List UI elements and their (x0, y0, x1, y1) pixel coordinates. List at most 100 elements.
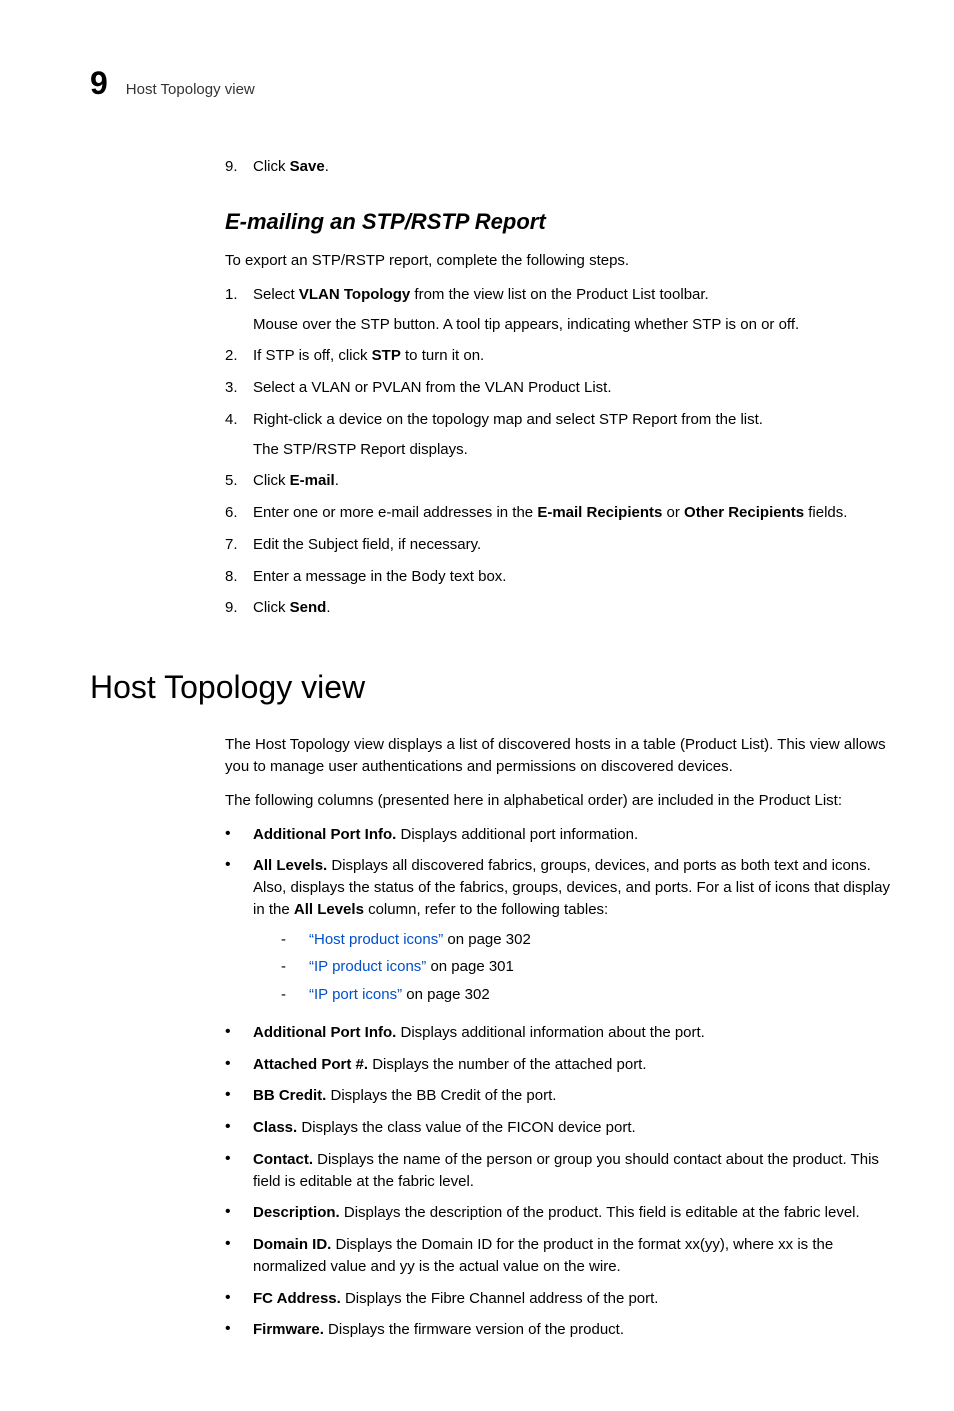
list-item: 3.Select a VLAN or PVLAN from the VLAN P… (225, 377, 894, 399)
step-body: Click E-mail. (253, 470, 894, 492)
dash-icon: - (281, 984, 309, 1006)
bullet-icon: • (225, 824, 253, 846)
bullet-body: BB Credit. Displays the BB Credit of the… (253, 1085, 894, 1107)
section-intro: To export an STP/RSTP report, complete t… (225, 250, 894, 272)
step-body: Enter a message in the Body text box. (253, 566, 894, 588)
step-number: 6. (225, 502, 253, 524)
bullet-icon: • (225, 1234, 253, 1278)
list-item: •Firmware. Displays the firmware version… (225, 1319, 894, 1341)
list-item: •BB Credit. Displays the BB Credit of th… (225, 1085, 894, 1107)
main-para1: The Host Topology view displays a list o… (225, 734, 894, 778)
column-term: All Levels. (253, 857, 327, 874)
bullet-body: Firmware. Displays the firmware version … (253, 1319, 894, 1341)
step-substep: Mouse over the STP button. A tool tip ap… (253, 314, 894, 336)
column-term: Description. (253, 1204, 340, 1221)
column-desc: Displays the BB Credit of the port. (326, 1087, 556, 1104)
continued-steps: 9.Click Save. (225, 156, 894, 178)
bullet-icon: • (225, 1117, 253, 1139)
bullet-icon: • (225, 1319, 253, 1341)
column-term: Additional Port Info. (253, 826, 396, 843)
section-heading-main: Host Topology view (90, 664, 894, 710)
list-item: •Attached Port #. Displays the number of… (225, 1054, 894, 1076)
column-desc: Displays additional port information. (396, 826, 638, 843)
section-heading-email: E-mailing an STP/RSTP Report (225, 206, 894, 238)
bullet-body: All Levels. Displays all discovered fabr… (253, 855, 894, 1012)
step-number: 4. (225, 409, 253, 461)
bullet-body: FC Address. Displays the Fibre Channel a… (253, 1288, 894, 1310)
dash-icon: - (281, 956, 309, 978)
email-steps: 1.Select VLAN Topology from the view lis… (225, 284, 894, 619)
bullet-body: Domain ID. Displays the Domain ID for th… (253, 1234, 894, 1278)
list-item: 7.Edit the Subject field, if necessary. (225, 534, 894, 556)
list-item: 2.If STP is off, click STP to turn it on… (225, 345, 894, 367)
list-item: 1.Select VLAN Topology from the view lis… (225, 284, 894, 336)
step-body: If STP is off, click STP to turn it on. (253, 345, 894, 367)
list-item: 8.Enter a message in the Body text box. (225, 566, 894, 588)
column-term: Class. (253, 1119, 297, 1136)
sub-list-item: -“IP product icons” on page 301 (281, 956, 894, 978)
column-term: FC Address. (253, 1290, 341, 1307)
bullet-body: Class. Displays the class value of the F… (253, 1117, 894, 1139)
bullet-icon: • (225, 1085, 253, 1107)
list-item: •All Levels. Displays all discovered fab… (225, 855, 894, 1012)
sub-list: -“Host product icons” on page 302-“IP pr… (281, 929, 894, 1006)
xref-link[interactable]: “Host product icons” (309, 931, 443, 948)
sub-list-item: -“IP port icons” on page 302 (281, 984, 894, 1006)
content: 9.Click Save. E-mailing an STP/RSTP Repo… (225, 156, 894, 619)
column-term: BB Credit. (253, 1087, 326, 1104)
main-para2: The following columns (presented here in… (225, 790, 894, 812)
column-desc: Displays the Fibre Channel address of th… (341, 1290, 659, 1307)
main-content: The Host Topology view displays a list o… (225, 734, 894, 1341)
step-number: 7. (225, 534, 253, 556)
step-body: Edit the Subject field, if necessary. (253, 534, 894, 556)
column-desc: Displays the class value of the FICON de… (297, 1119, 635, 1136)
page: 9 Host Topology view 9.Click Save. E-mai… (0, 0, 954, 1411)
list-item: •Description. Displays the description o… (225, 1202, 894, 1224)
bullet-body: Description. Displays the description of… (253, 1202, 894, 1224)
step-number: 3. (225, 377, 253, 399)
bullet-body: Contact. Displays the name of the person… (253, 1149, 894, 1193)
step-body: Click Save. (253, 156, 894, 178)
column-desc: Displays the Domain ID for the product i… (253, 1236, 833, 1275)
running-head: 9 Host Topology view (90, 60, 894, 106)
column-desc: Displays the number of the attached port… (368, 1056, 647, 1073)
list-item: •Additional Port Info. Displays addition… (225, 1022, 894, 1044)
step-number: 5. (225, 470, 253, 492)
column-term: Firmware. (253, 1321, 324, 1338)
bullet-body: Attached Port #. Displays the number of … (253, 1054, 894, 1076)
step-number: 9. (225, 156, 253, 178)
sub-list-item: -“Host product icons” on page 302 (281, 929, 894, 951)
list-item: 9.Click Save. (225, 156, 894, 178)
column-desc: Displays the description of the product.… (340, 1204, 860, 1221)
bullet-icon: • (225, 1054, 253, 1076)
column-desc: Displays the name of the person or group… (253, 1151, 879, 1190)
chapter-number: 9 (90, 60, 108, 106)
xref-link[interactable]: “IP port icons” (309, 986, 402, 1003)
list-item: •Additional Port Info. Displays addition… (225, 824, 894, 846)
list-item: 5.Click E-mail. (225, 470, 894, 492)
step-number: 8. (225, 566, 253, 588)
column-desc: Displays additional information about th… (396, 1024, 705, 1041)
list-item: •Class. Displays the class value of the … (225, 1117, 894, 1139)
bullet-icon: • (225, 1149, 253, 1193)
step-number: 1. (225, 284, 253, 336)
column-term: Attached Port #. (253, 1056, 368, 1073)
list-item: •FC Address. Displays the Fibre Channel … (225, 1288, 894, 1310)
running-title: Host Topology view (126, 79, 255, 101)
list-item: 4.Right-click a device on the topology m… (225, 409, 894, 461)
bullet-icon: • (225, 1202, 253, 1224)
step-body: Select a VLAN or PVLAN from the VLAN Pro… (253, 377, 894, 399)
step-body: Right-click a device on the topology map… (253, 409, 894, 461)
step-substep: The STP/RSTP Report displays. (253, 439, 894, 461)
step-body: Click Send. (253, 597, 894, 619)
bullet-body: Additional Port Info. Displays additiona… (253, 824, 894, 846)
column-list: •Additional Port Info. Displays addition… (225, 824, 894, 1342)
column-term: Additional Port Info. (253, 1024, 396, 1041)
column-desc: Displays the firmware version of the pro… (324, 1321, 624, 1338)
dash-icon: - (281, 929, 309, 951)
step-body: Enter one or more e-mail addresses in th… (253, 502, 894, 524)
list-item: 9.Click Send. (225, 597, 894, 619)
list-item: •Domain ID. Displays the Domain ID for t… (225, 1234, 894, 1278)
xref-link[interactable]: “IP product icons” (309, 958, 426, 975)
bullet-body: Additional Port Info. Displays additiona… (253, 1022, 894, 1044)
